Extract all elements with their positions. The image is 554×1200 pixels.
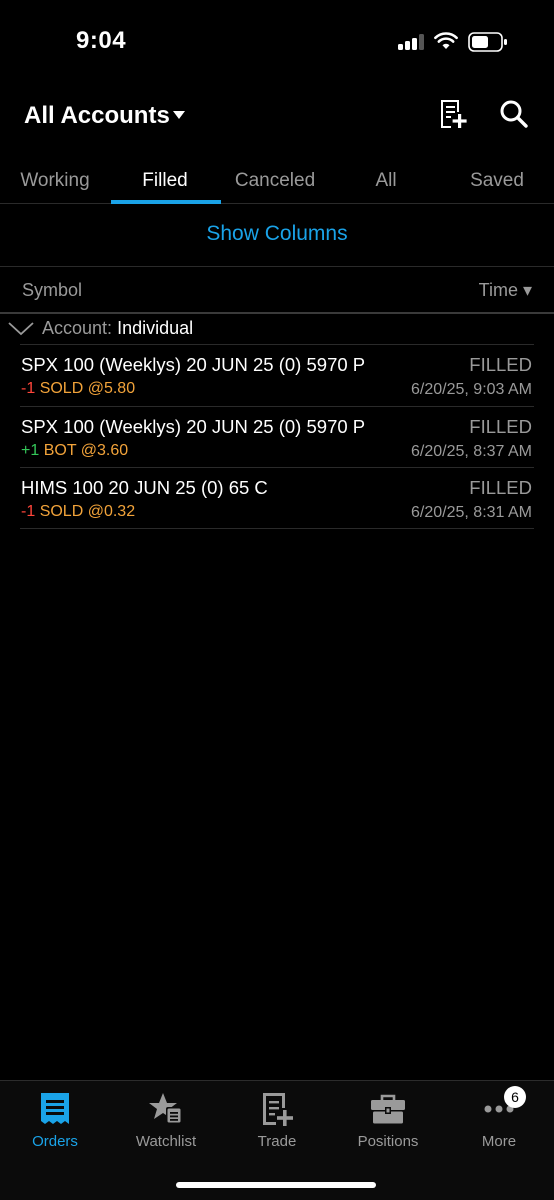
order-detail: -1 SOLD @5.80 [21, 380, 135, 398]
battery-icon [468, 32, 507, 52]
order-detail: -1 SOLD @0.32 [21, 503, 135, 521]
column-header: Symbol Time ▾ [0, 278, 554, 308]
nav-label: Watchlist [135, 1133, 197, 1150]
group-label: Account: Individual [42, 318, 193, 339]
nav-orders[interactable]: Orders [0, 1091, 110, 1150]
show-columns-button[interactable]: Show Columns [0, 222, 554, 246]
divider [0, 266, 554, 267]
status-bar: 9:04 [0, 0, 554, 80]
order-tabs: Working Filled Canceled All Saved [0, 160, 554, 204]
order-status: FILLED [469, 477, 532, 498]
order-row[interactable]: SPX 100 (Weeklys) 20 JUN 25 (0) 5970 P F… [20, 406, 534, 468]
order-symbol: HIMS 100 20 JUN 25 (0) 65 C [21, 477, 268, 498]
order-time: 6/20/25, 9:03 AM [411, 381, 532, 398]
order-time: 6/20/25, 8:37 AM [411, 443, 532, 460]
order-status: FILLED [469, 354, 532, 375]
group-label-prefix: Account: [42, 318, 113, 338]
nav-trade[interactable]: Trade [222, 1091, 332, 1150]
chevron-down-icon[interactable] [8, 322, 34, 336]
order-action: BOT @3.60 [43, 442, 129, 459]
account-selector[interactable]: All Accounts [24, 102, 170, 130]
order-action: SOLD @5.80 [39, 380, 136, 397]
order-quantity: -1 [21, 380, 36, 397]
active-tab-indicator [111, 200, 221, 204]
column-time-sort[interactable]: Time ▾ [479, 280, 532, 301]
column-symbol[interactable]: Symbol [22, 280, 82, 301]
orders-icon [41, 1093, 69, 1124]
nav-watchlist[interactable]: Watchlist [111, 1091, 221, 1150]
account-group-header[interactable]: Account: Individual [0, 314, 554, 344]
header: All Accounts [0, 90, 554, 140]
search-icon[interactable] [498, 98, 530, 130]
tab-canceled[interactable]: Canceled [220, 170, 330, 192]
order-detail: +1 BOT @3.60 [21, 442, 128, 460]
caret-down-icon[interactable] [172, 110, 186, 120]
tab-filled[interactable]: Filled [110, 170, 220, 192]
order-status: FILLED [469, 416, 532, 437]
trade-icon [263, 1093, 293, 1126]
tab-working[interactable]: Working [0, 170, 110, 192]
watchlist-icon [149, 1093, 182, 1124]
nav-label: Trade [257, 1133, 297, 1150]
divider [20, 528, 534, 529]
positions-icon [371, 1094, 405, 1124]
nav-positions[interactable]: Positions [333, 1091, 443, 1150]
home-indicator[interactable] [176, 1182, 376, 1188]
status-time: 9:04 [76, 27, 127, 54]
nav-more[interactable]: More [444, 1091, 554, 1150]
nav-label: More [481, 1133, 517, 1150]
order-action: SOLD @0.32 [39, 503, 136, 520]
order-row[interactable]: SPX 100 (Weeklys) 20 JUN 25 (0) 5970 P F… [20, 344, 534, 406]
tab-all[interactable]: All [331, 170, 441, 192]
wifi-icon [434, 32, 458, 49]
nav-label: Orders [32, 1133, 78, 1150]
order-symbol: SPX 100 (Weeklys) 20 JUN 25 (0) 5970 P [21, 416, 366, 437]
order-symbol: SPX 100 (Weeklys) 20 JUN 25 (0) 5970 P [21, 354, 366, 375]
new-order-icon[interactable] [437, 98, 469, 130]
cellular-signal-icon [398, 34, 426, 50]
order-time: 6/20/25, 8:31 AM [411, 504, 532, 521]
order-row[interactable]: HIMS 100 20 JUN 25 (0) 65 C FILLED -1 SO… [20, 467, 534, 529]
group-account-name: Individual [117, 318, 194, 338]
order-quantity: -1 [21, 503, 36, 520]
notification-badge: 6 [504, 1086, 526, 1108]
tab-saved[interactable]: Saved [442, 170, 552, 192]
order-quantity: +1 [21, 442, 40, 459]
nav-label: Positions [357, 1133, 419, 1150]
